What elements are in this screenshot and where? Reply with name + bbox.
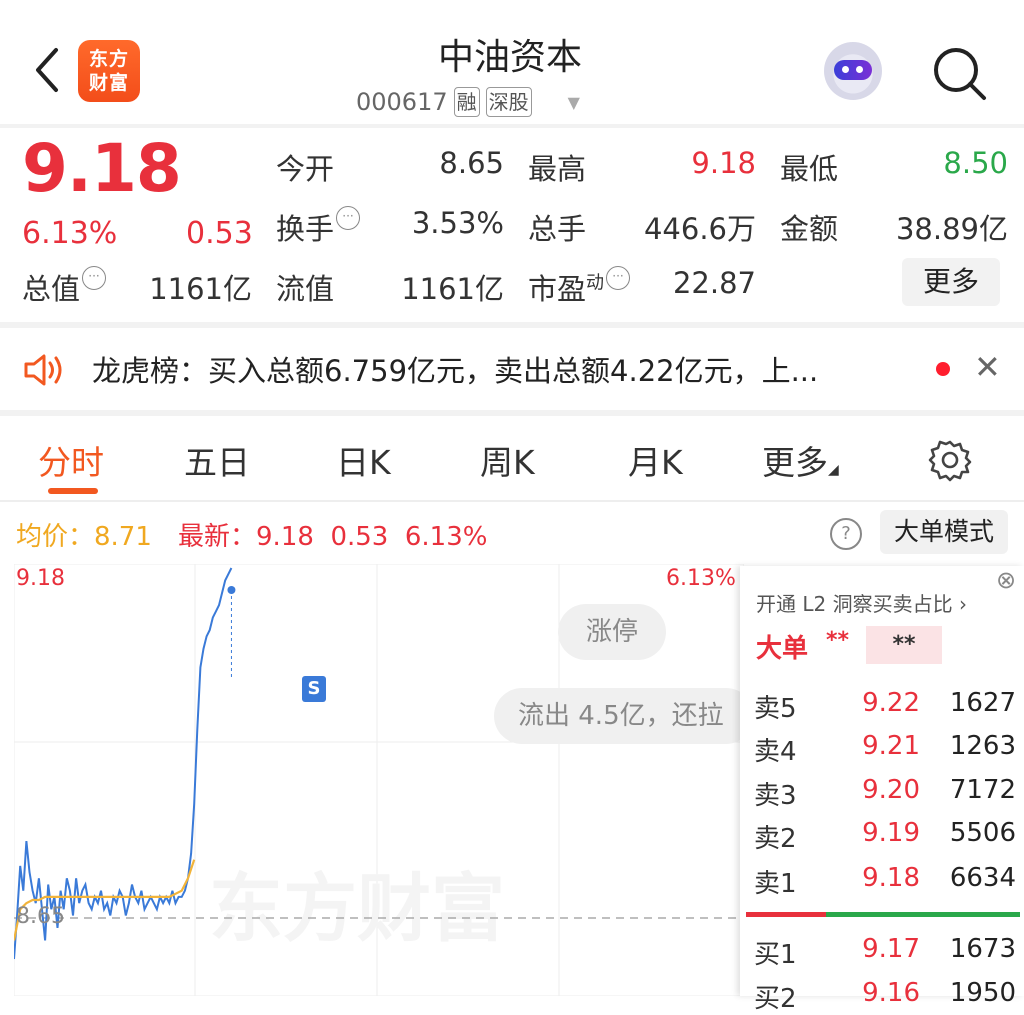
margin-tag: 融 xyxy=(453,87,480,117)
info-icon[interactable]: ··· xyxy=(336,206,361,230)
tab-weekly-k[interactable]: 周K xyxy=(480,436,535,484)
float-cap-value: 1161亿 xyxy=(401,272,504,306)
header-divider xyxy=(0,124,1024,128)
sell-ratio-bar xyxy=(826,912,1020,917)
ask-row-5[interactable]: 卖5 9.22 1627 xyxy=(754,688,1016,724)
current-price: 9.18 xyxy=(22,130,182,207)
amount-value: 38.89亿 xyxy=(895,212,1008,246)
stock-name: 中油资本 xyxy=(437,37,582,78)
notice-divider xyxy=(0,410,1024,416)
change-amount: 0.53 xyxy=(186,216,253,251)
back-button[interactable] xyxy=(26,40,66,100)
big-order-label: 大单 xyxy=(756,634,809,664)
caret-icon: ◢ xyxy=(828,462,839,478)
big-order-sell-masked: ** xyxy=(866,626,942,664)
change-percent: 6.13% xyxy=(22,216,118,251)
close-notice-button[interactable]: ✕ xyxy=(974,348,1001,386)
tab-monthly-k[interactable]: 月K xyxy=(628,436,683,484)
tab-daily-k[interactable]: 日K xyxy=(336,436,391,484)
tab-intraday[interactable]: 分时 xyxy=(38,436,104,484)
high-value: 9.18 xyxy=(691,146,756,180)
info-icon[interactable]: ··· xyxy=(606,266,631,290)
pe-label: 市盈动 ··· xyxy=(528,266,631,308)
high-label: 最高 xyxy=(528,152,587,186)
amount-label: 金额 xyxy=(780,212,839,246)
tab-more[interactable]: 更多◢ xyxy=(762,436,839,484)
open-value: 8.65 xyxy=(439,146,504,180)
low-value: 8.50 xyxy=(943,146,1008,180)
low-label: 最低 xyxy=(780,152,839,186)
search-button[interactable] xyxy=(930,44,988,102)
more-quote-button[interactable]: 更多 xyxy=(902,258,1000,306)
gear-icon xyxy=(928,440,972,482)
app-logo[interactable]: 东方 财富 xyxy=(78,40,140,102)
turnover-label: 换手 ··· xyxy=(276,206,361,248)
unread-dot xyxy=(936,362,950,376)
outflow-bubble[interactable]: 流出 4.5亿，还拉 xyxy=(494,688,754,744)
market-cap-value: 1161亿 xyxy=(149,272,252,306)
price-line xyxy=(13,567,233,960)
open-label: 今开 xyxy=(276,152,335,186)
big-order-mode-button[interactable]: 大单模式 xyxy=(880,510,1008,554)
ask-row-4[interactable]: 卖4 9.21 1263 xyxy=(754,731,1016,767)
bid-row-2[interactable]: 买2 9.16 1950 xyxy=(754,978,1016,1014)
assistant-robot-icon[interactable] xyxy=(824,42,882,100)
sell-marker[interactable]: S xyxy=(302,676,326,702)
turnover-value: 3.53% xyxy=(411,206,504,240)
pe-value: 22.87 xyxy=(672,266,756,300)
tabs-divider xyxy=(0,500,1024,502)
logo-text-bottom: 财富 xyxy=(88,72,129,94)
dragon-tiger-notice[interactable]: 龙虎榜：买入总额6.759亿元，卖出总额4.22亿元，上... xyxy=(92,348,818,390)
market-cap-label: 总值 ··· xyxy=(22,266,107,308)
axis-top-price: 9.18 xyxy=(16,566,65,591)
stock-code-row[interactable]: 000617 融 深股 ▼ xyxy=(356,84,580,120)
average-price-label: 均价：8.71 xyxy=(16,522,152,552)
float-cap-label: 流值 xyxy=(276,272,335,306)
axis-top-percent: 6.13% xyxy=(666,566,736,591)
info-icon[interactable]: ··· xyxy=(82,266,107,290)
buy-ratio-bar xyxy=(746,912,826,917)
close-order-book-button[interactable]: ⊗ xyxy=(996,566,1016,594)
stock-code: 000617 xyxy=(356,88,448,116)
settings-button[interactable] xyxy=(928,438,972,486)
tab-five-day[interactable]: 五日 xyxy=(184,436,250,484)
speaker-icon xyxy=(22,350,68,394)
ask-row-1[interactable]: 卖1 9.18 6634 xyxy=(754,863,1016,899)
ask-row-2[interactable]: 卖2 9.19 5506 xyxy=(754,818,1016,854)
limit-up-bubble[interactable]: 涨停 xyxy=(558,604,666,660)
quote-divider xyxy=(0,322,1024,328)
search-icon xyxy=(934,48,986,100)
logo-text-top: 东方 xyxy=(88,48,129,70)
active-tab-indicator xyxy=(48,488,98,494)
dropdown-icon[interactable]: ▼ xyxy=(568,93,580,112)
big-order-buy-masked: ** xyxy=(826,628,850,653)
help-icon[interactable]: ? xyxy=(830,518,862,550)
chevron-right-icon: › xyxy=(958,592,967,616)
bid-row-1[interactable]: 买1 9.17 1673 xyxy=(754,934,1016,970)
volume-label: 总手 xyxy=(528,212,587,246)
axis-mid-price: 8.65 xyxy=(16,904,65,929)
ask-row-3[interactable]: 卖3 9.20 7172 xyxy=(754,775,1016,811)
l2-promo-link[interactable]: 开通 L2 洞察买卖占比 › xyxy=(756,588,967,617)
chart-watermark: 东方财富 xyxy=(209,866,505,952)
market-tag: 深股 xyxy=(485,87,532,117)
chevron-left-icon xyxy=(36,48,58,92)
volume-value: 446.6万 xyxy=(643,212,756,246)
latest-price-row: 最新：9.18 0.53 6.13% xyxy=(178,522,488,552)
